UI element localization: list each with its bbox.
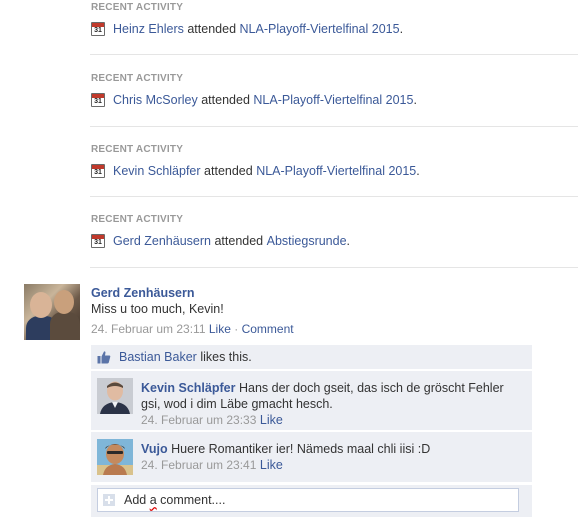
add-comment-input[interactable]: Add a comment.... (97, 488, 519, 512)
activity-line: 31 Chris McSorley attended NLA-Playoff-V… (91, 93, 417, 107)
activity-verb: attended (214, 234, 264, 248)
divider (90, 126, 578, 127)
add-comment-icon (103, 494, 115, 506)
activity-label: RECENT ACTIVITY (91, 2, 184, 13)
comment-timestamp[interactable]: 24. Februar um 23:41 (141, 458, 256, 472)
divider (90, 267, 578, 268)
comment-author-link[interactable]: Vujo (141, 442, 168, 456)
comment-timestamp[interactable]: 24. Februar um 23:33 (141, 413, 256, 427)
post-author-avatar[interactable] (24, 284, 80, 340)
thumbs-up-icon (97, 350, 111, 364)
divider (91, 369, 532, 370)
activity-event-link[interactable]: NLA-Playoff-Viertelfinal 2015 (253, 93, 413, 107)
activity-verb: attended (201, 93, 250, 107)
meta-separator: · (234, 322, 239, 336)
comment-author-avatar[interactable] (97, 439, 133, 475)
likes-row: Bastian Baker likes this. (91, 345, 532, 369)
liker-link[interactable]: Bastian Baker (119, 350, 197, 364)
post-meta: 24. Februar um 23:11 Like · Comment (91, 322, 294, 336)
comment-item: Kevin Schläpfer Hans der doch gseit, das… (91, 371, 532, 430)
add-comment-row: Add a comment.... (91, 485, 532, 517)
calendar-icon: 31 (91, 93, 105, 107)
activity-line: 31 Gerd Zenhäusern attended Abstiegsrund… (91, 234, 350, 248)
comment-author-link[interactable]: Kevin Schläpfer (141, 381, 235, 395)
calendar-icon: 31 (91, 234, 105, 248)
activity-event-link[interactable]: Abstiegsrunde (267, 234, 347, 248)
comment-author-avatar[interactable] (97, 378, 133, 414)
activity-person-link[interactable]: Heinz Ehlers (113, 22, 184, 36)
activity-person-link[interactable]: Kevin Schläpfer (113, 164, 201, 178)
post-like-link[interactable]: Like (209, 322, 231, 336)
activity-person-link[interactable]: Gerd Zenhäusern (113, 234, 211, 248)
activity-label: RECENT ACTIVITY (91, 214, 184, 225)
comment-like-link[interactable]: Like (260, 413, 283, 427)
activity-line: 31 Heinz Ehlers attended NLA-Playoff-Vie… (91, 22, 403, 36)
post-text: Miss u too much, Kevin! (91, 302, 224, 316)
post-author-link[interactable]: Gerd Zenhäusern (91, 286, 195, 300)
activity-label: RECENT ACTIVITY (91, 144, 184, 155)
comment-text: Huere Romantiker ier! Nämeds maal chli i… (171, 442, 431, 456)
add-comment-placeholder: Add a comment.... (124, 493, 226, 507)
activity-label: RECENT ACTIVITY (91, 73, 184, 84)
divider (90, 54, 578, 55)
activity-verb: attended (204, 164, 253, 178)
activity-event-link[interactable]: NLA-Playoff-Viertelfinal 2015 (256, 164, 416, 178)
post-comment-link[interactable]: Comment (242, 322, 294, 336)
activity-event-link[interactable]: NLA-Playoff-Viertelfinal 2015 (240, 22, 400, 36)
comment-item: Vujo Huere Romantiker ier! Nämeds maal c… (91, 432, 532, 482)
calendar-icon: 31 (91, 164, 105, 178)
activity-person-link[interactable]: Chris McSorley (113, 93, 198, 107)
calendar-icon: 31 (91, 22, 105, 36)
divider (91, 430, 532, 431)
activity-line: 31 Kevin Schläpfer attended NLA-Playoff-… (91, 164, 420, 178)
likes-suffix: likes this. (200, 350, 252, 364)
divider (90, 196, 578, 197)
divider (91, 482, 532, 483)
comment-like-link[interactable]: Like (260, 458, 283, 472)
post-timestamp[interactable]: 24. Februar um 23:11 (91, 322, 206, 336)
activity-verb: attended (187, 22, 237, 36)
